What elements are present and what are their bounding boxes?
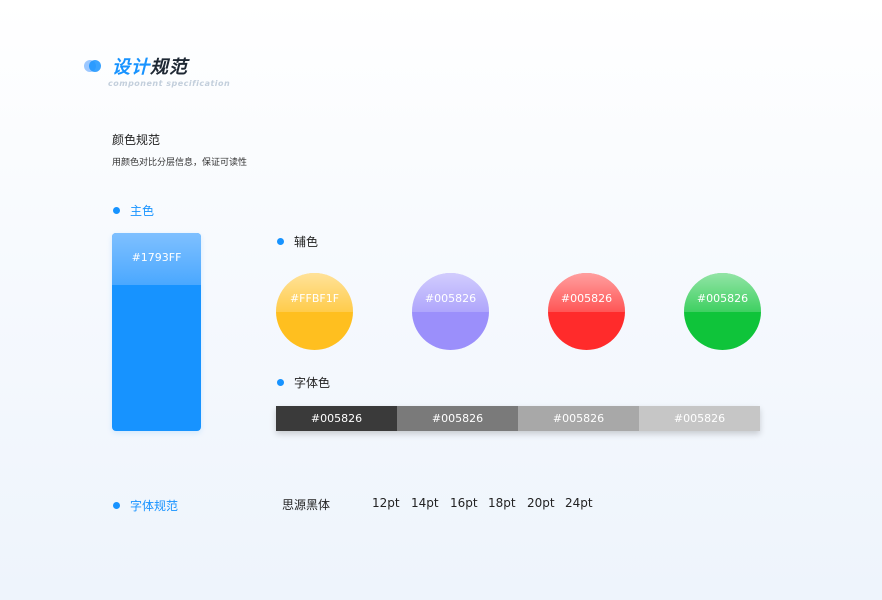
bullet-dot-icon [277,238,284,245]
font-color-segment: #005826 [276,406,397,431]
primary-color-swatch: #1793FF [112,233,201,431]
secondary-swatch-hex: #FFBF1F [289,292,340,305]
secondary-swatch-yellow: #FFBF1F [276,273,353,350]
font-spec-heading: 字体规范 [113,497,178,514]
font-size-item: 12pt [372,496,400,510]
secondary-swatch-green: #005826 [684,273,761,350]
font-color-bar: #005826 #005826 #005826 #005826 [276,406,760,431]
secondary-swatch-purple: #005826 [412,273,489,350]
primary-color-heading: 主色 [113,202,154,219]
secondary-color-heading: 辅色 [277,233,318,250]
font-color-heading: 字体色 [277,374,330,391]
color-section-title: 颜色规范 [112,133,161,147]
font-size-item: 14pt [411,496,439,510]
primary-color-hex: #1793FF [131,251,182,264]
font-color-segment: #005826 [639,406,760,431]
bullet-dot-icon [113,207,120,214]
color-section-description: 用颜色对比分层信息，保证可读性 [112,158,248,168]
font-size-item: 20pt [527,496,555,510]
font-color-segment: #005826 [518,406,639,431]
font-size-item: 24pt [565,496,593,510]
primary-color-label: 主色 [130,204,155,218]
font-name: 思源黑体 [282,498,331,512]
bullet-dot-icon [113,502,120,509]
font-size-item: 18pt [488,496,516,510]
page-title-part1: 设计 [112,57,150,78]
secondary-swatch-red: #005826 [548,273,625,350]
secondary-swatch-hex: #005826 [560,292,613,305]
secondary-swatch-hex: #005826 [424,292,477,305]
font-color-label: 字体色 [294,376,331,390]
bullet-dot-icon [277,379,284,386]
secondary-color-label: 辅色 [294,235,319,249]
logo-dots-icon [84,59,104,73]
font-size-item: 16pt [450,496,478,510]
page-subtitle: component specification [108,79,231,88]
page-title: 设计规范 [112,53,188,79]
page-title-part2: 规范 [150,57,188,78]
font-spec-label: 字体规范 [130,499,179,513]
font-color-segment: #005826 [397,406,518,431]
secondary-swatch-hex: #005826 [696,292,749,305]
